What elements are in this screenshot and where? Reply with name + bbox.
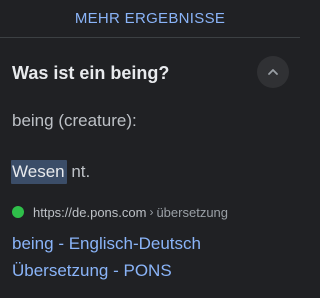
related-question-text: Was ist ein being? (12, 63, 170, 83)
answer-translation: Wesen nt. (11, 160, 91, 184)
answer-heading: being (creature): (12, 111, 137, 130)
pons-favicon-icon (12, 206, 24, 218)
source-path: übersetzung (156, 204, 229, 220)
result-title-link[interactable]: being - Englisch-Deutsch Übersetzung - P… (12, 230, 292, 284)
collapse-question-button[interactable] (257, 56, 289, 88)
source-url: https://de.pons.com (33, 204, 147, 220)
breadcrumb-separator: › (149, 205, 154, 219)
source-citation[interactable]: https://de.pons.com › übersetzung (12, 203, 228, 221)
term-suffix: nt. (66, 162, 91, 181)
highlighted-term: Wesen (11, 160, 67, 184)
search-results-panel: MEHR ERGEBNISSE Was ist ein being? being… (0, 0, 300, 298)
more-results-button[interactable]: MEHR ERGEBNISSE (0, 0, 300, 36)
related-question-row[interactable]: Was ist ein being? (0, 38, 300, 106)
chevron-up-icon (268, 69, 278, 75)
